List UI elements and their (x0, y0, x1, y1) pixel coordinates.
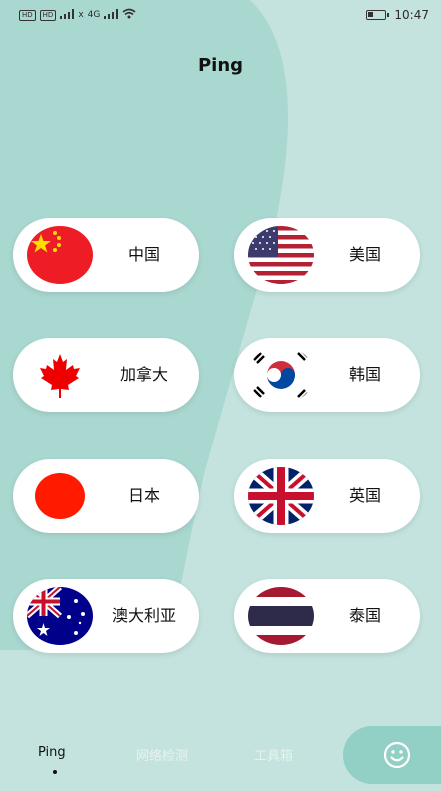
page-title: Ping (197, 55, 244, 76)
country-label: 日本 (127, 486, 160, 505)
country-label: 美国 (348, 245, 381, 264)
australia-flag-icon (27, 587, 93, 645)
country-label: 澳大利亚 (111, 606, 176, 625)
signal-icon-2 (104, 8, 119, 22)
hd-badge-2: HD (39, 9, 57, 21)
signal-icon (60, 8, 75, 22)
smiley-fab-button[interactable] (343, 726, 441, 784)
country-label: 中国 (127, 245, 160, 264)
japan-flag-icon (27, 467, 93, 525)
country-button-japan[interactable]: 日本 (13, 459, 199, 533)
country-button-china[interactable]: 中国 (13, 218, 199, 292)
country-button-thailand[interactable]: 泰国 (234, 579, 420, 653)
country-button-korea[interactable]: 韩国 (234, 338, 420, 412)
smiley-icon (383, 741, 411, 769)
country-button-canada[interactable]: 加拿大 (13, 338, 199, 412)
tab-toolbox[interactable]: 工具箱 (254, 745, 293, 764)
wifi-icon (122, 8, 136, 22)
country-button-uk[interactable]: 英国 (234, 459, 420, 533)
country-label: 加拿大 (119, 365, 168, 384)
thailand-flag-icon (248, 587, 314, 645)
country-button-australia[interactable]: 澳大利亚 (13, 579, 199, 653)
status-right: 10:47 (366, 8, 429, 22)
status-bar: HD HD x 4G 10:47 (0, 0, 441, 30)
bottom-nav: Ping 网络检测 工具箱 (0, 726, 441, 791)
korea-flag-icon (248, 346, 314, 404)
battery-icon (366, 10, 390, 20)
country-button-usa[interactable]: 美国 (234, 218, 420, 292)
network-4g: 4G (87, 10, 101, 20)
tab-network-check[interactable]: 网络检测 (136, 745, 188, 764)
country-label: 英国 (348, 486, 381, 505)
tab-ping[interactable]: Ping (38, 745, 66, 760)
battery-level (368, 12, 374, 17)
china-flag-icon (27, 226, 93, 284)
status-time: 10:47 (394, 8, 429, 22)
hd-badge: HD (19, 9, 36, 21)
country-label: 韩国 (348, 365, 381, 384)
country-label: 泰国 (348, 606, 381, 625)
canada-flag-icon (27, 346, 93, 404)
active-tab-indicator (53, 770, 57, 774)
usa-flag-icon (248, 226, 314, 284)
status-left: HD HD x 4G (19, 8, 136, 22)
network-x: x (78, 10, 84, 20)
uk-flag-icon (248, 467, 314, 525)
